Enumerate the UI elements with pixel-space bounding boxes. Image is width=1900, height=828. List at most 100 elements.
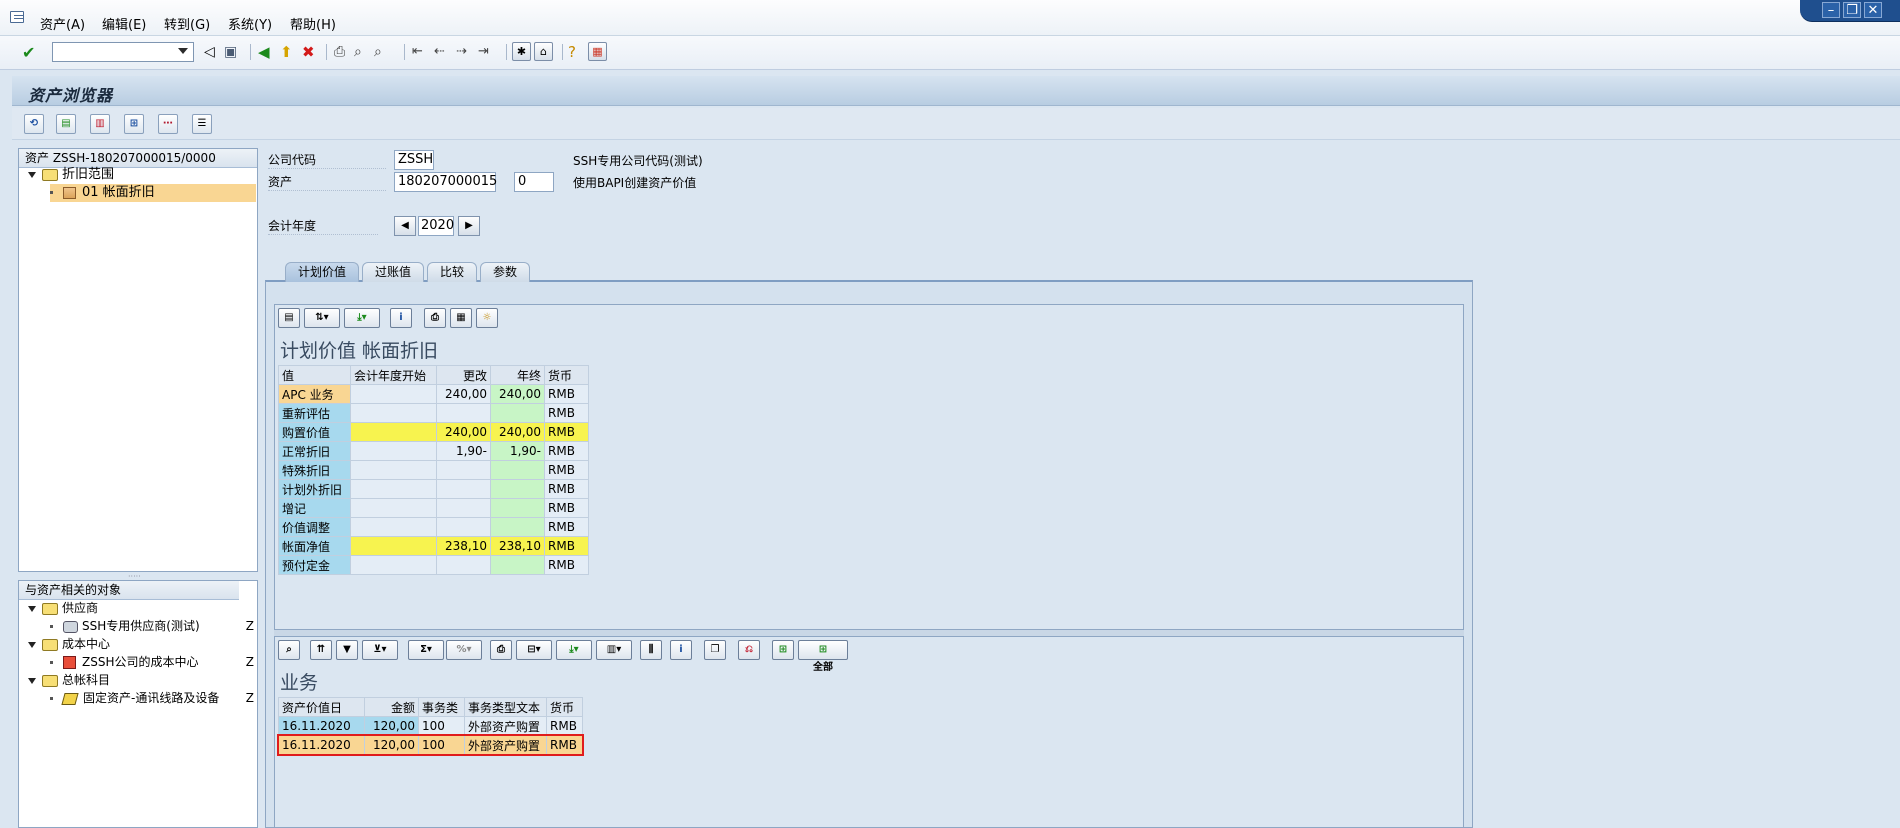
year-end-cell[interactable]: 1,90- (490, 441, 545, 461)
columns-icon[interactable]: ⫼ (640, 640, 662, 660)
last-page-icon[interactable]: ⇥ (478, 44, 489, 59)
fy-start-cell[interactable] (350, 460, 437, 480)
green-arrow-icon[interactable]: ◀ (258, 43, 270, 61)
currency-cell[interactable]: RMB (544, 555, 589, 575)
prev-page-icon[interactable]: ⇠ (434, 44, 445, 59)
transaction-text-cell[interactable]: 外部资产购置 (464, 716, 547, 736)
reverse-icon[interactable]: ⎌ (738, 640, 760, 660)
tab-planned-values[interactable]: 计划价值 (285, 262, 359, 282)
change-cell[interactable] (436, 403, 491, 423)
minimize-icon[interactable]: – (1822, 2, 1840, 18)
value-date-cell[interactable]: 16.11.2020 (278, 716, 365, 736)
shortcut-icon[interactable]: ⌂ (534, 42, 553, 61)
currency-cell[interactable]: RMB (544, 536, 589, 556)
related-vendor-group[interactable]: 供应商 (28, 599, 98, 617)
list-icon[interactable]: ☰ (192, 114, 212, 134)
help-icon[interactable]: ? (568, 43, 576, 61)
values-row[interactable]: 特殊折旧 RMB (278, 460, 589, 480)
values-row[interactable]: 价值调整 RMB (278, 517, 589, 537)
print-icon[interactable]: ⎙ (490, 640, 512, 660)
zoom-icon[interactable]: ⌕ (278, 640, 300, 660)
expand-icon[interactable] (28, 677, 36, 684)
tree-node-book-depreciation[interactable]: 01 帐面折旧 (50, 184, 256, 202)
graphic-icon[interactable]: ☼ (476, 308, 498, 328)
year-end-cell[interactable] (490, 517, 545, 537)
values-row[interactable]: 重新评估 RMB (278, 403, 589, 423)
calculator-icon[interactable]: ▦ (450, 308, 472, 328)
save-icon[interactable]: ▣ (224, 44, 237, 60)
values-row[interactable]: 正常折旧 1,90- 1,90- RMB (278, 441, 589, 461)
change-cell[interactable]: 238,10 (436, 536, 491, 556)
sort-asc-icon[interactable]: ⇈ (310, 640, 332, 660)
fy-start-cell[interactable] (350, 384, 437, 404)
related-vendor-item[interactable]: SSH专用供应商(测试) Z (50, 617, 256, 635)
col-value[interactable]: 值 (278, 365, 351, 385)
fy-start-cell[interactable] (350, 498, 437, 518)
change-cell[interactable]: 1,90- (436, 441, 491, 461)
related-costcenter-group[interactable]: 成本中心 (28, 635, 110, 653)
refresh-icon[interactable]: ⟲ (24, 114, 44, 134)
filter-dropdown-icon[interactable]: ⊻▾ (362, 640, 398, 660)
next-year-button[interactable]: ▶ (458, 216, 480, 236)
close-icon[interactable]: ✕ (1864, 2, 1882, 18)
value-name-cell[interactable]: APC 业务 (278, 384, 351, 404)
value-name-cell[interactable]: 帐面净值 (278, 536, 351, 556)
drilldown-icon[interactable]: ⊞ (124, 114, 144, 134)
values-row[interactable]: 增记 RMB (278, 498, 589, 518)
change-cell[interactable] (436, 498, 491, 518)
asset-sheet-icon[interactable]: ▥ (90, 114, 110, 134)
tab-comparison[interactable]: 比较 (427, 262, 477, 282)
value-name-cell[interactable]: 价值调整 (278, 517, 351, 537)
related-gl-group[interactable]: 总帐科目 (28, 671, 110, 689)
change-cell[interactable]: 240,00 (436, 384, 491, 404)
year-end-cell[interactable]: 238,10 (490, 536, 545, 556)
tree-node-depreciation-areas[interactable]: 折旧范围 (28, 166, 114, 184)
value-name-cell[interactable]: 预付定金 (278, 555, 351, 575)
expand-icon[interactable] (28, 605, 36, 612)
value-name-cell[interactable]: 重新评估 (278, 403, 351, 423)
expand-icon[interactable] (28, 171, 36, 178)
tab-posted-values[interactable]: 过账值 (362, 262, 424, 282)
fy-start-cell[interactable] (350, 441, 437, 461)
amount-cell[interactable]: 120,00 (364, 716, 419, 736)
year-end-cell[interactable] (490, 479, 545, 499)
subtotal-dropdown-icon[interactable]: %▾ (446, 640, 482, 660)
menu-help[interactable]: 帮助(H) (290, 14, 336, 33)
currency-cell[interactable]: RMB (544, 384, 589, 404)
fy-start-cell[interactable] (350, 479, 437, 499)
export-dropdown-icon[interactable]: ⤓▾ (344, 308, 380, 328)
find-next-icon[interactable]: ⌕ (374, 44, 382, 60)
command-field[interactable] (52, 42, 194, 62)
expand-icon[interactable] (28, 641, 36, 648)
asset-subnumber-field[interactable]: 0 (514, 172, 554, 192)
year-end-cell[interactable]: 240,00 (490, 422, 545, 442)
col-fy-start[interactable]: 会计年度开始 (350, 365, 437, 385)
layout-dropdown-icon[interactable]: ▥▾ (596, 640, 632, 660)
currency-cell[interactable]: RMB (544, 479, 589, 499)
currency-cell[interactable]: RMB (546, 716, 583, 736)
col-transaction-type[interactable]: 事务类 (418, 697, 465, 717)
change-cell[interactable] (436, 460, 491, 480)
exit-icon[interactable]: ⬆ (280, 43, 293, 61)
values-row[interactable]: 计划外折旧 RMB (278, 479, 589, 499)
related-costcenter-item[interactable]: ZSSH公司的成本中心 Z (50, 653, 256, 671)
change-cell[interactable]: 240,00 (436, 422, 491, 442)
values-row[interactable]: 预付定金 RMB (278, 555, 589, 575)
year-end-cell[interactable] (490, 555, 545, 575)
value-name-cell[interactable]: 正常折旧 (278, 441, 351, 461)
col-change[interactable]: 更改 (436, 365, 491, 385)
find-icon[interactable]: ⌕ (354, 44, 362, 60)
info-icon[interactable]: i (390, 308, 412, 328)
view-dropdown-icon[interactable]: ⊟▾ (516, 640, 552, 660)
next-page-icon[interactable]: ⇢ (456, 44, 467, 59)
expand-tree-icon[interactable]: ⊞ (772, 640, 794, 660)
value-name-cell[interactable]: 购置价值 (278, 422, 351, 442)
settings-icon[interactable]: ⋯ (158, 114, 178, 134)
fy-start-cell[interactable] (350, 403, 437, 423)
show-all-button[interactable]: ⊞ 全部 (798, 640, 848, 673)
sum-dropdown-icon[interactable]: Σ▾ (408, 640, 444, 660)
change-cell[interactable] (436, 517, 491, 537)
new-session-icon[interactable]: ✱ (512, 42, 531, 61)
menu-asset[interactable]: 资产(A) (40, 14, 85, 33)
col-value-date[interactable]: 资产价值日 (278, 697, 365, 717)
